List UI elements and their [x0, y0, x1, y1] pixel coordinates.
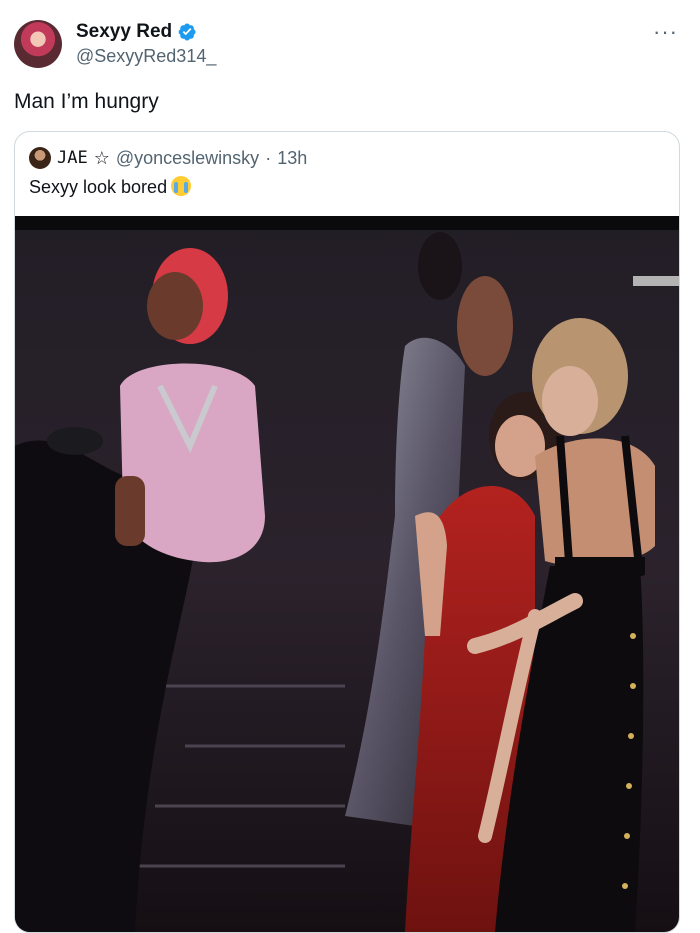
- verified-badge-icon: [178, 23, 196, 41]
- quoted-author-name: JAE: [57, 148, 88, 168]
- author-display-name[interactable]: Sexyy Red: [76, 21, 172, 43]
- quoted-author-avatar: [29, 147, 51, 169]
- author-handle[interactable]: @SexyyRed314_: [76, 46, 216, 67]
- quoted-tweet-photo[interactable]: [15, 216, 679, 932]
- quoted-tweet-text: Sexyy look bored: [29, 176, 192, 198]
- quoted-author-handle: @yonceslewinsky: [115, 147, 260, 168]
- quoted-tweet-text-content: Sexyy look bored: [29, 177, 168, 197]
- star-icon: ☆: [93, 147, 110, 168]
- name-row: Sexyy Red: [76, 20, 216, 44]
- loudly-crying-face-icon: [171, 176, 192, 196]
- author-avatar[interactable]: [14, 20, 62, 68]
- quoted-tweet-header: JAE ☆ @yonceslewinsky · 13h: [29, 147, 307, 169]
- tweet-text: Man I’m hungry: [14, 90, 159, 113]
- author-block: Sexyy Red @SexyyRed314_: [76, 20, 216, 67]
- quoted-tweet[interactable]: JAE ☆ @yonceslewinsky · 13h Sexyy look b…: [14, 131, 680, 933]
- quoted-timestamp: 13h: [277, 147, 308, 168]
- separator-dot: ·: [265, 147, 272, 168]
- more-options-icon[interactable]: ···: [653, 21, 678, 43]
